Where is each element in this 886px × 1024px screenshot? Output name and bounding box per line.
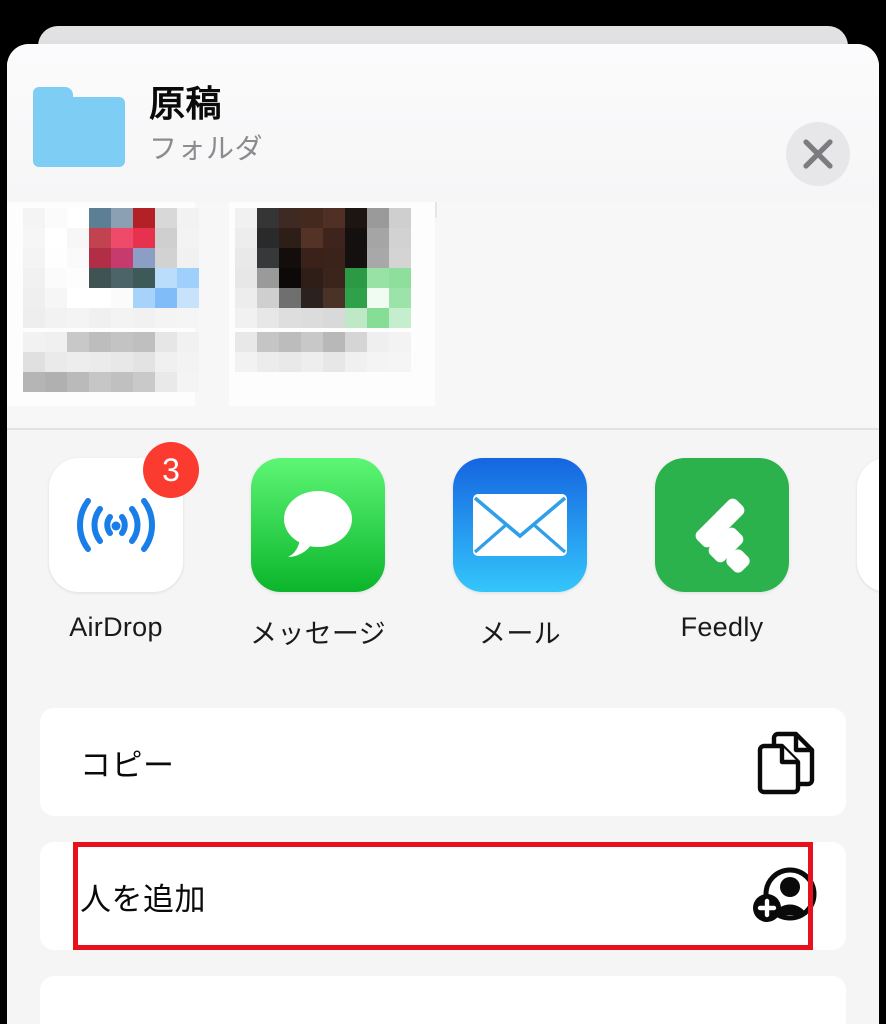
- close-icon: [803, 139, 833, 169]
- feedly-icon: [695, 498, 750, 573]
- mail-icon: [473, 494, 567, 556]
- mosaic-censor-2: [235, 208, 411, 328]
- share-sheet: 原稿 フォルダ 3 AirDrop メッセージ メール Feedly コピー 人…: [7, 44, 879, 1024]
- close-button[interactable]: [786, 122, 850, 186]
- action-row-copy[interactable]: コピー: [40, 708, 846, 816]
- action-label: 人を追加: [80, 881, 206, 917]
- messages-icon: [284, 491, 352, 557]
- share-target-messages[interactable]: メッセージ: [250, 458, 386, 651]
- share-target-label: メール: [479, 619, 561, 649]
- action-row-add-people-wrapper: 人を追加: [40, 842, 846, 950]
- action-list: コピー 人を追加: [7, 692, 879, 1024]
- duplicate-documents-icon: [756, 728, 818, 796]
- share-target-label: AirDrop: [69, 612, 163, 642]
- mosaic-censor-caption-2: [235, 332, 411, 372]
- screenshot-root: 原稿 フォルダ 3 AirDrop メッセージ メール Feedly コピー 人…: [0, 0, 886, 1024]
- folder-icon: [33, 87, 125, 167]
- airdrop-badge: 3: [143, 442, 199, 498]
- action-row-next-partial[interactable]: [40, 976, 846, 1024]
- onedrive-icon: [872, 473, 879, 577]
- action-row-add-people[interactable]: 人を追加: [40, 842, 846, 950]
- share-target-feedly[interactable]: Feedly: [655, 458, 789, 651]
- preview-area: [7, 202, 879, 430]
- share-target-mail[interactable]: メール: [453, 458, 587, 651]
- action-label: コピー: [80, 747, 175, 783]
- title-block: 原稿 フォルダ: [149, 83, 263, 167]
- mosaic-censor-caption-1: [23, 332, 199, 392]
- app-share-row[interactable]: 3 AirDrop メッセージ メール Feedly: [7, 430, 879, 692]
- airdrop-icon: [77, 498, 155, 552]
- page-subtitle: フォルダ: [149, 132, 264, 164]
- share-target-airdrop[interactable]: 3 AirDrop: [49, 442, 199, 651]
- person-add-icon: [752, 865, 818, 927]
- page-title: 原稿: [149, 83, 223, 125]
- share-target-onedrive[interactable]: On: [857, 458, 879, 651]
- share-target-label: Feedly: [680, 612, 764, 642]
- preview-divider: [435, 202, 437, 218]
- mosaic-censor-1: [23, 208, 199, 328]
- share-target-label: メッセージ: [250, 619, 386, 649]
- share-sheet-header: 原稿 フォルダ: [7, 44, 879, 202]
